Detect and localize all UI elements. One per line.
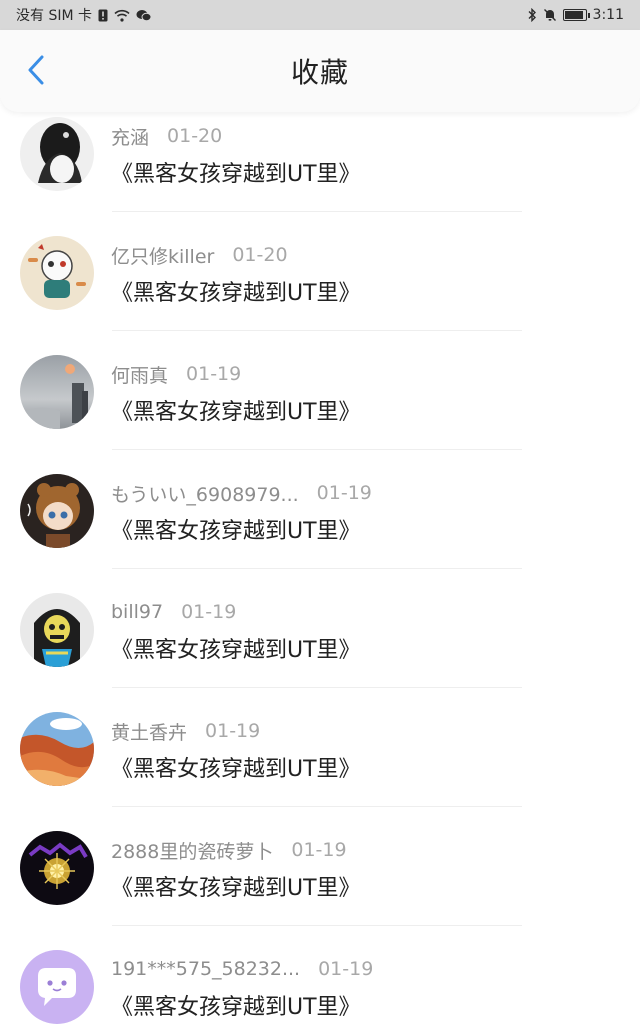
item-date: 01-19 xyxy=(186,363,242,385)
item-date: 01-20 xyxy=(167,125,223,147)
meta-line: 191***575_58232... 01-19 xyxy=(111,956,373,982)
avatar[interactable] xyxy=(20,236,94,310)
meta-line: 亿只修killer 01-20 xyxy=(111,242,288,268)
avatar-anime-girl-icon xyxy=(20,474,94,548)
avatar-misty-sky-icon xyxy=(20,355,94,429)
favorite-list-item[interactable]: 2888里的瓷砖萝卜 01-19 《黑客女孩穿越到UT里》 xyxy=(0,826,640,945)
favorite-list-item[interactable]: 亿只修killer 01-20 《黑客女孩穿越到UT里》 xyxy=(0,231,640,350)
wechat-icon xyxy=(136,9,152,22)
favorites-list: 充涵 01-20 《黑客女孩穿越到UT里》 亿只修killer 01-20 《黑… xyxy=(0,112,640,1024)
avatar[interactable] xyxy=(20,355,94,429)
avatar[interactable] xyxy=(20,712,94,786)
item-username[interactable]: 亿只修killer xyxy=(111,242,214,269)
divider xyxy=(112,211,522,212)
item-username[interactable]: もういい_6908979... xyxy=(111,480,299,507)
page-title: 收藏 xyxy=(290,56,349,89)
divider xyxy=(112,925,522,926)
item-title[interactable]: 《黑客女孩穿越到UT里》 xyxy=(111,513,361,545)
status-left: 没有 SIM 卡 xyxy=(16,5,152,25)
favorite-list-item[interactable]: 191***575_58232... 01-19 《黑客女孩穿越到UT里》 xyxy=(0,945,640,1024)
status-bar: 没有 SIM 卡 3:11 xyxy=(0,0,640,30)
item-title[interactable]: 《黑客女孩穿越到UT里》 xyxy=(111,156,361,188)
divider xyxy=(112,687,522,688)
bluetooth-icon xyxy=(527,8,537,22)
meta-line: もういい_6908979... 01-19 xyxy=(111,480,372,506)
item-title[interactable]: 《黑客女孩穿越到UT里》 xyxy=(111,751,361,783)
favorite-list-item[interactable]: 黄土香卉 01-19 《黑客女孩穿越到UT里》 xyxy=(0,707,640,826)
item-date: 01-19 xyxy=(316,482,372,504)
avatar[interactable] xyxy=(20,474,94,548)
meta-line: 何雨真 01-19 xyxy=(111,361,241,387)
item-date: 01-19 xyxy=(205,720,261,742)
battery-icon xyxy=(562,9,590,21)
favorite-list-item[interactable]: 充涵 01-20 《黑客女孩穿越到UT里》 xyxy=(0,112,640,231)
avatar[interactable] xyxy=(20,117,94,191)
divider xyxy=(112,806,522,807)
carrier-label: 没有 SIM 卡 xyxy=(16,8,92,24)
item-title[interactable]: 《黑客女孩穿越到UT里》 xyxy=(111,989,361,1021)
avatar-canyon-icon xyxy=(20,712,94,786)
avatar-hooded-skeleton-icon xyxy=(20,593,94,667)
item-title[interactable]: 《黑客女孩穿越到UT里》 xyxy=(111,632,361,664)
avatar-skeleton-cartoon-icon xyxy=(20,236,94,310)
item-date: 01-20 xyxy=(232,244,288,266)
divider xyxy=(112,449,522,450)
avatar-chat-bubble-icon xyxy=(20,950,94,1024)
mute-bell-icon xyxy=(543,8,557,22)
meta-line: 2888里的瓷砖萝卜 01-19 xyxy=(111,837,347,863)
avatar[interactable] xyxy=(20,950,94,1024)
status-right: 3:11 xyxy=(527,7,624,23)
item-username[interactable]: 何雨真 xyxy=(111,361,168,388)
item-username[interactable]: 黄土香卉 xyxy=(111,718,187,745)
avatar-glowing-orb-icon xyxy=(20,831,94,905)
avatar[interactable] xyxy=(20,593,94,667)
avatar-dark-bird-icon xyxy=(20,117,94,191)
favorite-list-item[interactable]: 何雨真 01-19 《黑客女孩穿越到UT里》 xyxy=(0,350,640,469)
battery-fill xyxy=(564,11,583,19)
meta-line: 黄土香卉 01-19 xyxy=(111,718,260,744)
item-date: 01-19 xyxy=(291,839,347,861)
favorite-list-item[interactable]: bill97 01-19 《黑客女孩穿越到UT里》 xyxy=(0,588,640,707)
item-date: 01-19 xyxy=(181,601,237,623)
item-username[interactable]: bill97 xyxy=(111,601,163,623)
item-title[interactable]: 《黑客女孩穿越到UT里》 xyxy=(111,870,361,902)
item-title[interactable]: 《黑客女孩穿越到UT里》 xyxy=(111,275,361,307)
divider xyxy=(112,330,522,331)
meta-line: bill97 01-19 xyxy=(111,599,236,625)
item-username[interactable]: 充涵 xyxy=(111,123,149,150)
item-username[interactable]: 191***575_58232... xyxy=(111,958,300,980)
favorite-list-item[interactable]: もういい_6908979... 01-19 《黑客女孩穿越到UT里》 xyxy=(0,469,640,588)
item-title[interactable]: 《黑客女孩穿越到UT里》 xyxy=(111,394,361,426)
avatar[interactable] xyxy=(20,831,94,905)
sim-alert-icon xyxy=(98,9,108,22)
divider xyxy=(112,568,522,569)
wifi-icon xyxy=(114,9,130,22)
header: 收藏 xyxy=(0,30,640,112)
item-username[interactable]: 2888里的瓷砖萝卜 xyxy=(111,837,273,864)
clock: 3:11 xyxy=(592,7,624,23)
item-date: 01-19 xyxy=(318,958,374,980)
meta-line: 充涵 01-20 xyxy=(111,123,222,149)
